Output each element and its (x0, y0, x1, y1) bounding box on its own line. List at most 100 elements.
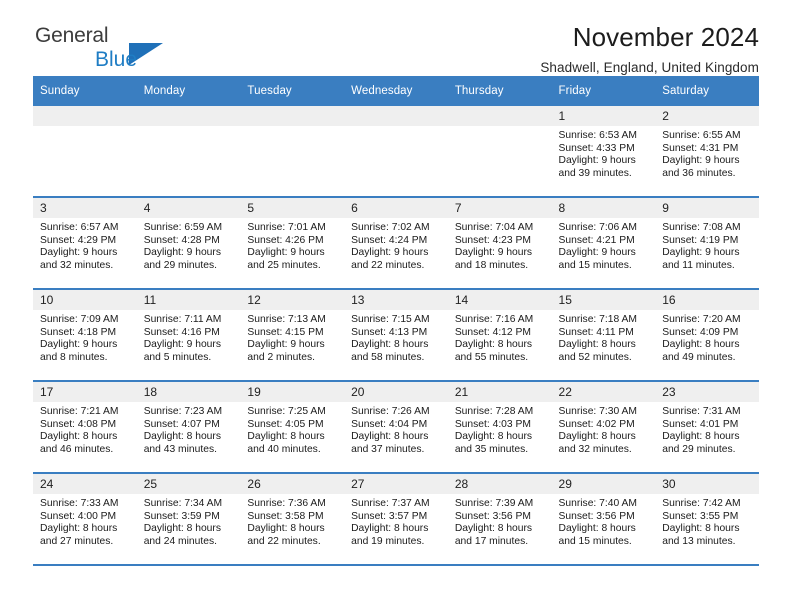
daylight-text-line1: Daylight: 8 hours (351, 339, 429, 351)
day-number: 16 (655, 290, 759, 310)
calendar-day-cell[interactable]: 20 Sunrise: 7:26 AM Sunset: 4:04 PM Dayligh… (344, 381, 448, 474)
day-sun-info: Sunrise: 7:39 AM Sunset: 3:56 PM Daylight:… (448, 494, 552, 548)
day-sun-info: Sunrise: 7:13 AM Sunset: 4:15 PM Daylight:… (240, 310, 344, 364)
sunset-text: Sunset: 4:01 PM (662, 418, 739, 430)
calendar-day-cell[interactable]: 23 Sunrise: 7:31 AM Sunset: 4:01 PM Dayligh… (655, 381, 759, 474)
sunset-text: Sunset: 4:00 PM (40, 510, 117, 522)
calendar-day-cell[interactable]: 1 Sunrise: 6:53 AM Sunset: 4:33 PM Daylight… (551, 106, 656, 198)
day-number: 24 (33, 474, 137, 494)
calendar-day-cell[interactable]: 21 Sunrise: 7:28 AM Sunset: 4:03 PM Dayligh… (447, 381, 552, 474)
calendar-day-cell[interactable]: 15 Sunrise: 7:18 AM Sunset: 4:11 PM Dayligh… (551, 289, 656, 382)
calendar-day-cell[interactable]: 7 Sunrise: 7:04 AM Sunset: 4:23 PM Daylight… (447, 197, 552, 290)
day-cell-inner: 13 Sunrise: 7:15 AM Sunset: 4:13 PM Dayligh… (344, 290, 448, 378)
weekday-header-thursday: Thursday (447, 76, 552, 106)
calendar-day-cell[interactable]: 28 Sunrise: 7:39 AM Sunset: 3:56 PM Dayligh… (447, 473, 552, 566)
calendar-day-cell[interactable]: 16 Sunrise: 7:20 AM Sunset: 4:09 PM Dayligh… (655, 289, 759, 382)
day-number: 14 (447, 290, 552, 310)
daylight-text-line2: and 18 minutes. (454, 259, 529, 271)
daylight-text-line1: Daylight: 9 hours (247, 247, 325, 259)
sunrise-text: Sunrise: 7:09 AM (40, 314, 119, 325)
day-number: 5 (240, 198, 345, 218)
sunset-text: Sunset: 4:08 PM (40, 418, 117, 430)
day-cell-inner: 26 Sunrise: 7:36 AM Sunset: 3:58 PM Dayligh… (240, 474, 345, 562)
calendar-day-cell[interactable]: 19 Sunrise: 7:25 AM Sunset: 4:05 PM Dayligh… (240, 381, 345, 474)
day-cell-inner (240, 106, 345, 194)
daylight-text-line1: Daylight: 9 hours (558, 247, 636, 259)
calendar-day-cell[interactable]: 22 Sunrise: 7:30 AM Sunset: 4:02 PM Dayligh… (551, 381, 656, 474)
daylight-text-line2: and 37 minutes. (351, 443, 425, 455)
weekday-header-friday: Friday (551, 76, 656, 106)
day-sun-info: Sunrise: 7:37 AM Sunset: 3:57 PM Daylight:… (344, 494, 448, 548)
calendar-day-cell[interactable]: 13 Sunrise: 7:15 AM Sunset: 4:13 PM Dayligh… (344, 289, 448, 382)
sunset-text: Sunset: 4:13 PM (351, 326, 428, 338)
daylight-text-line2: and 52 minutes. (558, 351, 632, 363)
calendar-day-cell[interactable]: 6 Sunrise: 7:02 AM Sunset: 4:24 PM Daylight… (344, 197, 448, 290)
day-sun-info: Sunrise: 7:16 AM Sunset: 4:12 PM Daylight:… (448, 310, 552, 364)
daylight-text-line1: Daylight: 8 hours (558, 523, 636, 535)
day-number: 2 (655, 106, 759, 126)
daylight-text-line2: and 49 minutes. (662, 351, 736, 363)
sunset-text: Sunset: 4:15 PM (247, 326, 324, 338)
sunrise-text: Sunrise: 7:39 AM (454, 498, 534, 509)
calendar-page: General Blue November 2024 Shadwell, Eng… (0, 0, 792, 612)
day-number: 4 (136, 198, 241, 218)
day-sun-info: Sunrise: 7:11 AM Sunset: 4:16 PM Daylight:… (137, 310, 241, 364)
sunrise-text: Sunrise: 7:33 AM (40, 498, 119, 509)
calendar-day-cell[interactable]: 18 Sunrise: 7:23 AM Sunset: 4:07 PM Dayligh… (136, 381, 241, 474)
calendar-day-cell[interactable]: 26 Sunrise: 7:36 AM Sunset: 3:58 PM Dayligh… (240, 473, 345, 566)
calendar-cell-empty (33, 106, 137, 198)
calendar-table: Sunday Monday Tuesday Wednesday Thursday… (33, 76, 759, 566)
day-sun-info: Sunrise: 7:36 AM Sunset: 3:58 PM Daylight:… (240, 494, 344, 548)
sunset-text: Sunset: 4:28 PM (143, 234, 220, 246)
sunset-text: Sunset: 4:05 PM (247, 418, 324, 430)
calendar-day-cell[interactable]: 2 Sunrise: 6:55 AM Sunset: 4:31 PM Daylight… (655, 106, 759, 198)
daylight-text-line2: and 29 minutes. (143, 259, 217, 271)
general-blue-logo: General Blue (35, 25, 235, 75)
sunset-text: Sunset: 3:56 PM (454, 510, 531, 522)
sunrise-text: Sunrise: 7:06 AM (558, 222, 637, 233)
day-cell-inner: 1 Sunrise: 6:53 AM Sunset: 4:33 PM Daylight… (551, 106, 656, 194)
sunrise-text: Sunrise: 7:11 AM (143, 314, 222, 325)
calendar-day-cell[interactable]: 17 Sunrise: 7:21 AM Sunset: 4:08 PM Dayligh… (33, 381, 137, 474)
calendar-day-cell[interactable]: 30 Sunrise: 7:42 AM Sunset: 3:55 PM Dayligh… (655, 473, 759, 566)
day-cell-inner: 27 Sunrise: 7:37 AM Sunset: 3:57 PM Dayligh… (344, 474, 448, 562)
day-sun-info: Sunrise: 7:40 AM Sunset: 3:56 PM Daylight:… (552, 494, 656, 548)
calendar-body: 1 Sunrise: 6:53 AM Sunset: 4:33 PM Daylight… (33, 106, 759, 566)
daylight-text-line1: Daylight: 9 hours (143, 339, 221, 351)
calendar-cell-empty (344, 106, 448, 198)
calendar-day-cell[interactable]: 11 Sunrise: 7:11 AM Sunset: 4:16 PM Dayligh… (136, 289, 241, 382)
calendar-day-cell[interactable]: 29 Sunrise: 7:40 AM Sunset: 3:56 PM Dayligh… (551, 473, 656, 566)
calendar-day-cell[interactable]: 3 Sunrise: 6:57 AM Sunset: 4:29 PM Daylight… (33, 197, 137, 290)
sunrise-text: Sunrise: 7:16 AM (454, 314, 534, 325)
calendar-day-cell[interactable]: 8 Sunrise: 7:06 AM Sunset: 4:21 PM Daylight… (551, 197, 656, 290)
calendar-day-cell[interactable]: 9 Sunrise: 7:08 AM Sunset: 4:19 PM Daylight… (655, 197, 759, 290)
calendar-day-cell[interactable]: 4 Sunrise: 6:59 AM Sunset: 4:28 PM Daylight… (136, 197, 241, 290)
daylight-text-line1: Daylight: 9 hours (351, 247, 429, 259)
day-sun-info: Sunrise: 7:23 AM Sunset: 4:07 PM Daylight:… (137, 402, 241, 456)
daylight-text-line2: and 19 minutes. (351, 535, 425, 547)
day-cell-inner: 25 Sunrise: 7:34 AM Sunset: 3:59 PM Dayligh… (136, 474, 241, 562)
calendar-cell-empty (240, 106, 345, 198)
day-number: 13 (344, 290, 448, 310)
calendar-day-cell[interactable]: 25 Sunrise: 7:34 AM Sunset: 3:59 PM Dayligh… (136, 473, 241, 566)
calendar-day-cell[interactable]: 27 Sunrise: 7:37 AM Sunset: 3:57 PM Dayligh… (344, 473, 448, 566)
day-cell-inner: 5 Sunrise: 7:01 AM Sunset: 4:26 PM Daylight… (240, 198, 345, 286)
calendar-day-cell[interactable]: 14 Sunrise: 7:16 AM Sunset: 4:12 PM Dayligh… (447, 289, 552, 382)
daylight-text-line2: and 43 minutes. (143, 443, 217, 455)
daylight-text-line1: Daylight: 8 hours (40, 523, 118, 535)
daylight-text-line1: Daylight: 8 hours (558, 339, 636, 351)
day-cell-inner: 4 Sunrise: 6:59 AM Sunset: 4:28 PM Daylight… (136, 198, 241, 286)
calendar-day-cell[interactable]: 5 Sunrise: 7:01 AM Sunset: 4:26 PM Daylight… (240, 197, 345, 290)
daylight-text-line2: and 13 minutes. (662, 535, 736, 547)
sunrise-text: Sunrise: 7:13 AM (247, 314, 326, 325)
daylight-text-line2: and 15 minutes. (558, 259, 632, 271)
sunset-text: Sunset: 4:26 PM (247, 234, 324, 246)
sunrise-text: Sunrise: 7:01 AM (247, 222, 326, 233)
calendar-day-cell[interactable]: 24 Sunrise: 7:33 AM Sunset: 4:00 PM Dayligh… (33, 473, 137, 566)
sunset-text: Sunset: 4:19 PM (662, 234, 739, 246)
calendar-cell-empty (447, 106, 552, 198)
sunrise-text: Sunrise: 7:26 AM (351, 406, 430, 417)
calendar-day-cell[interactable]: 10 Sunrise: 7:09 AM Sunset: 4:18 PM Dayligh… (33, 289, 137, 382)
calendar-day-cell[interactable]: 12 Sunrise: 7:13 AM Sunset: 4:15 PM Dayligh… (240, 289, 345, 382)
daylight-text-line1: Daylight: 9 hours (662, 155, 740, 167)
